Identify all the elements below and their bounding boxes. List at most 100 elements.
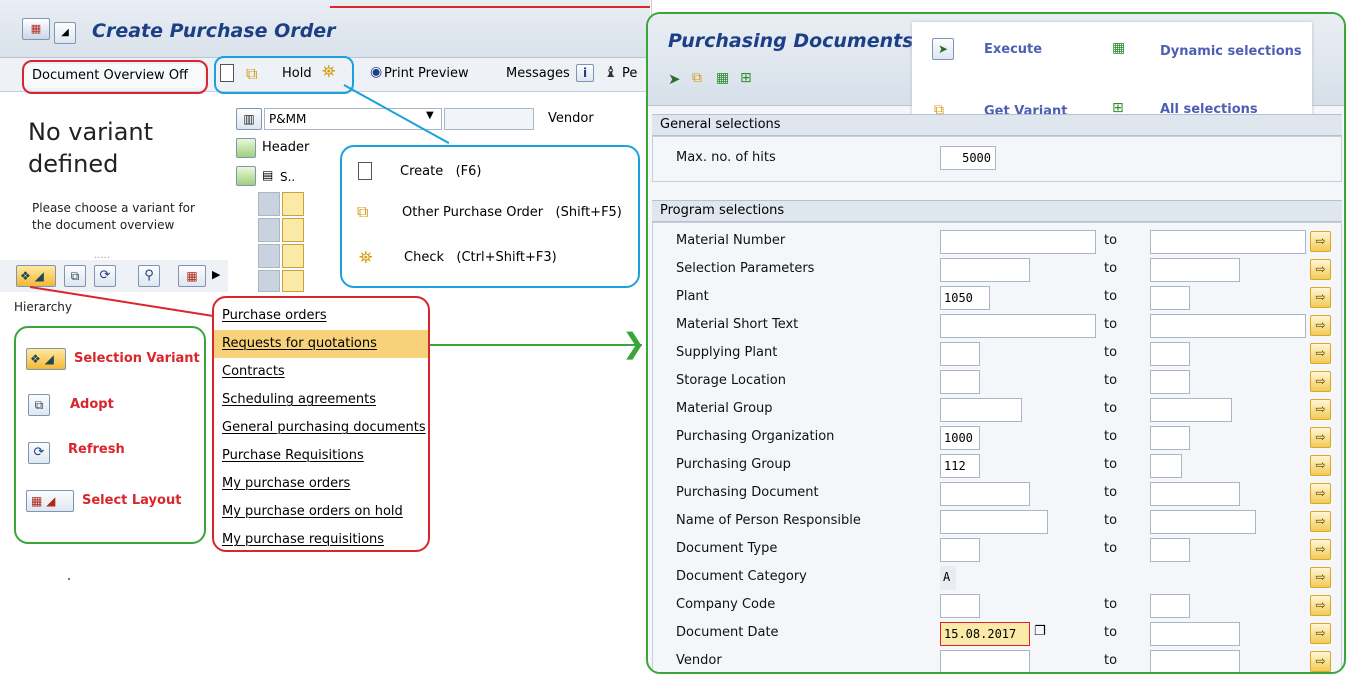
status-cell[interactable]: [282, 270, 304, 292]
dynamic-selections-icon[interactable]: ▦: [716, 70, 729, 86]
selection-to-input[interactable]: [1150, 482, 1240, 506]
multiple-selection-icon[interactable]: ⇨: [1310, 651, 1331, 672]
execute-icon[interactable]: ➤: [668, 70, 681, 88]
selection-from-input[interactable]: [940, 510, 1048, 534]
adopt-icon[interactable]: ⧉: [64, 265, 86, 287]
header-toggle-icon[interactable]: [236, 138, 256, 158]
selection-from-input[interactable]: [940, 398, 1022, 422]
selection-from-input[interactable]: [940, 538, 980, 562]
multiple-selection-icon[interactable]: ⇨: [1310, 343, 1331, 364]
hierarchy-tab[interactable]: Hierarchy: [14, 300, 72, 314]
selection-from-input[interactable]: 1000: [940, 426, 980, 450]
all-selections-icon[interactable]: ⊞: [740, 70, 752, 86]
row-selector[interactable]: [258, 218, 280, 242]
calendar-icon[interactable]: ❐: [1034, 624, 1046, 639]
to-label: to: [1104, 345, 1118, 360]
print-preview-icon[interactable]: ◉: [370, 64, 382, 80]
to-label: to: [1104, 457, 1118, 472]
shopping-cart-icon[interactable]: ▥: [236, 108, 262, 130]
multiple-selection-icon[interactable]: ⇨: [1310, 595, 1331, 616]
dynamic-legend-icon: ▦: [1112, 40, 1126, 56]
menu-item-my-purchase-orders[interactable]: My purchase orders: [214, 470, 428, 498]
selection-from-input[interactable]: 1050: [940, 286, 990, 310]
messages-button[interactable]: Messages: [506, 66, 570, 81]
multiple-selection-icon[interactable]: ⇨: [1310, 483, 1331, 504]
selection-to-input[interactable]: [1150, 398, 1232, 422]
selection-from-input[interactable]: [940, 650, 1030, 672]
selection-to-input[interactable]: [1150, 230, 1306, 254]
selection-label: Material Number: [676, 233, 786, 248]
selection-to-input[interactable]: [1150, 286, 1190, 310]
sap-menu-icon[interactable]: ▦: [22, 18, 50, 40]
multiple-selection-icon[interactable]: ⇨: [1310, 623, 1331, 644]
menu-item-purchase-requisitions[interactable]: Purchase Requisitions: [214, 442, 428, 470]
item-grid: [258, 192, 308, 292]
selection-label: Storage Location: [676, 373, 786, 388]
status-cell[interactable]: [282, 244, 304, 268]
selection-to-input[interactable]: [1150, 426, 1190, 450]
selection-from-input[interactable]: 112: [940, 454, 980, 478]
select-layout-legend-icon: ▦ ◢: [26, 490, 74, 512]
info-icon[interactable]: i: [576, 64, 594, 82]
multiple-selection-icon[interactable]: ⇨: [1310, 399, 1331, 420]
selection-to-input[interactable]: [1150, 538, 1190, 562]
selection-to-input[interactable]: [1150, 342, 1190, 366]
refresh-icon[interactable]: ⟳: [94, 265, 116, 287]
max-hits-input[interactable]: 5000: [940, 146, 996, 170]
selection-to-input[interactable]: [1150, 622, 1240, 646]
selection-to-input[interactable]: [1150, 594, 1190, 618]
selection-from-input[interactable]: [940, 314, 1096, 338]
selection-from-input[interactable]: [940, 370, 980, 394]
selection-from-input[interactable]: [940, 594, 980, 618]
multiple-selection-icon[interactable]: ⇨: [1310, 259, 1331, 280]
vendor-field[interactable]: [444, 108, 534, 130]
selection-from-input[interactable]: A: [940, 566, 956, 590]
selection-to-input[interactable]: [1150, 314, 1306, 338]
menu-item-my-pos-on-hold[interactable]: My purchase orders on hold: [214, 498, 428, 526]
menu-item-scheduling-agreements[interactable]: Scheduling agreements: [214, 386, 428, 414]
org-select[interactable]: P&MM: [264, 108, 442, 130]
sap-menu-dropdown-icon[interactable]: ◢: [54, 22, 76, 44]
org-select-chevron-icon[interactable]: ▼: [426, 110, 434, 121]
menu-item-rfq[interactable]: Requests for quotations: [214, 330, 428, 358]
multiple-selection-icon[interactable]: ⇨: [1310, 455, 1331, 476]
selection-from-input[interactable]: [940, 230, 1096, 254]
multiple-selection-icon[interactable]: ⇨: [1310, 371, 1331, 392]
more-arrow-icon[interactable]: ▶: [212, 268, 220, 281]
selection-to-input[interactable]: [1150, 258, 1240, 282]
select-layout-icon[interactable]: ▦: [178, 265, 206, 287]
items-toggle-icon[interactable]: [236, 166, 256, 186]
multiple-selection-icon[interactable]: ⇨: [1310, 427, 1331, 448]
selection-from-input[interactable]: [940, 482, 1030, 506]
menu-item-my-purchase-requisitions[interactable]: My purchase requisitions: [214, 526, 428, 554]
multiple-selection-icon[interactable]: ⇨: [1310, 567, 1331, 588]
selection-variant-icon[interactable]: ❖ ◢: [16, 265, 56, 287]
multiple-selection-icon[interactable]: ⇨: [1310, 511, 1331, 532]
multiple-selection-icon[interactable]: ⇨: [1310, 231, 1331, 252]
row-selector[interactable]: [258, 192, 280, 216]
menu-item-contracts[interactable]: Contracts: [214, 358, 428, 386]
print-preview-button[interactable]: Print Preview: [384, 66, 469, 81]
selection-from-input[interactable]: [940, 342, 980, 366]
multiple-selection-icon[interactable]: ⇨: [1310, 315, 1331, 336]
multiple-selection-icon[interactable]: ⇨: [1310, 287, 1331, 308]
personal-settings-label[interactable]: Pe: [622, 66, 637, 81]
selection-from-input[interactable]: 15.08.2017: [940, 622, 1030, 646]
selection-from-input[interactable]: [940, 258, 1030, 282]
find-icon[interactable]: ⚲: [138, 265, 160, 287]
selection-to-input[interactable]: [1150, 510, 1256, 534]
row-selector[interactable]: [258, 244, 280, 268]
multiple-selection-icon[interactable]: ⇨: [1310, 539, 1331, 560]
selection-to-input[interactable]: [1150, 650, 1240, 672]
table-settings-icon[interactable]: ▤: [262, 168, 273, 182]
status-cell[interactable]: [282, 218, 304, 242]
menu-item-purchase-orders[interactable]: Purchase orders: [214, 302, 428, 330]
get-variant-icon[interactable]: ⧉: [692, 70, 702, 86]
selection-to-input[interactable]: [1150, 370, 1190, 394]
personal-settings-icon[interactable]: ♝: [604, 63, 617, 81]
selection-to-input[interactable]: [1150, 454, 1182, 478]
status-cell[interactable]: [282, 192, 304, 216]
title-accent-line: [330, 6, 650, 8]
menu-item-general-purchasing-docs[interactable]: General purchasing documents: [214, 414, 428, 442]
row-selector[interactable]: [258, 270, 280, 292]
